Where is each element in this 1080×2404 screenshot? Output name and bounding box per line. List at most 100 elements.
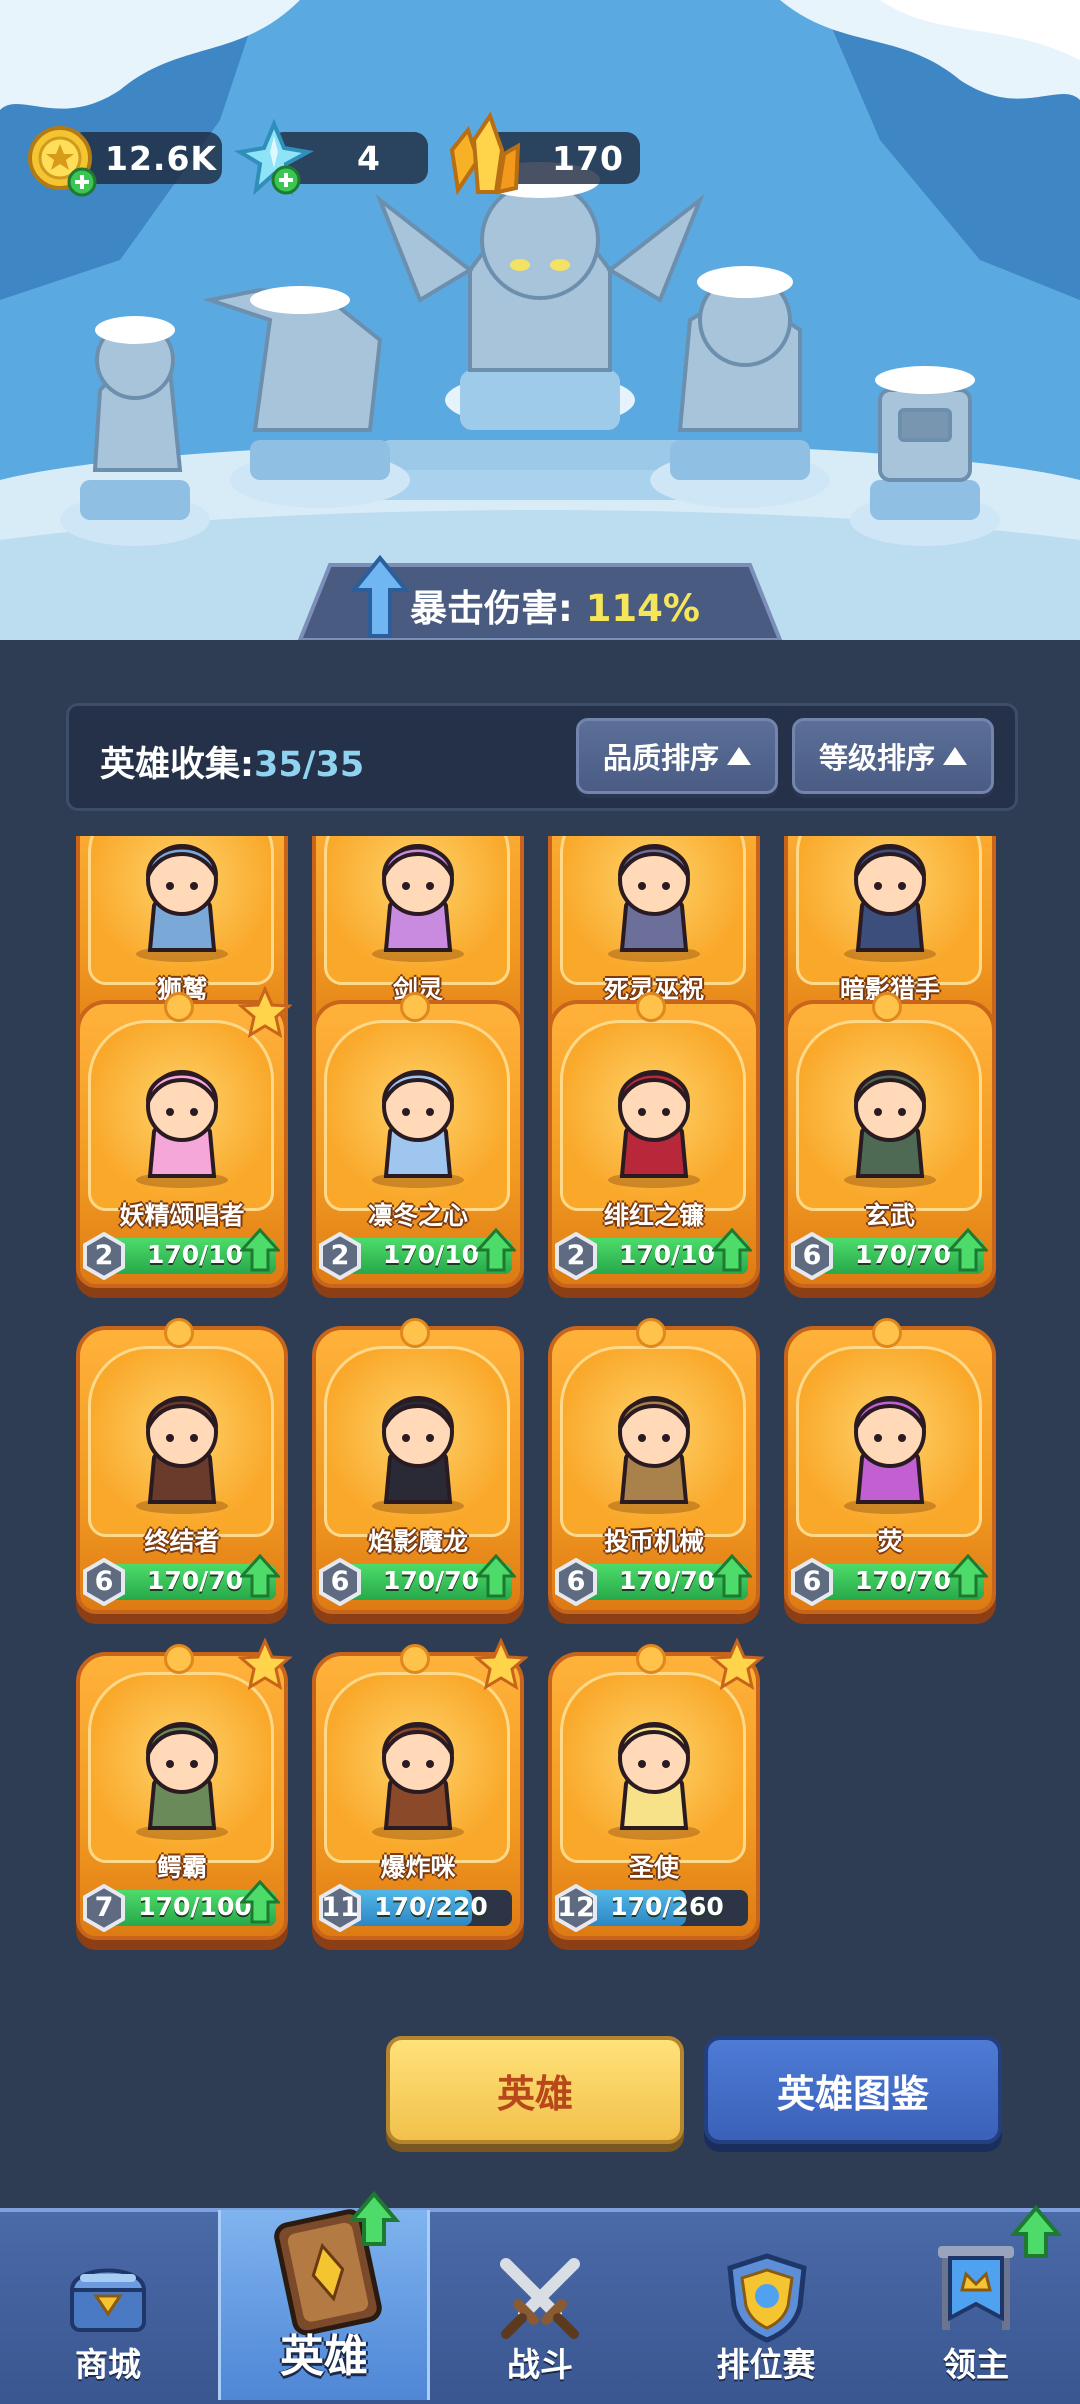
- upgrade-arrow-icon[interactable]: [476, 1554, 516, 1598]
- sort-level-label: 等级排序: [818, 741, 935, 775]
- star-icon: [238, 1638, 292, 1691]
- hero-card[interactable]: 凛冬之心 170/10 2: [312, 992, 524, 1300]
- upgrade-arrow-icon[interactable]: [948, 1228, 988, 1272]
- hero-card[interactable]: 圣使 170/260 12: [548, 1638, 764, 1952]
- nav-item-shop[interactable]: 商城: [0, 2208, 216, 2400]
- sort-by-level-button[interactable]: 等级排序: [792, 718, 994, 794]
- gold-value: 12.6K: [105, 138, 217, 178]
- hero-button-label: 英雄: [496, 2071, 573, 2116]
- upgrade-arrow-icon[interactable]: [240, 1554, 280, 1598]
- amber-crystal-icon: [449, 111, 521, 196]
- card-gem-icon: [636, 992, 666, 1022]
- hero-portrait: [136, 1070, 228, 1188]
- hero-card[interactable]: 焰影魔龙 170/70 6: [312, 1318, 524, 1626]
- hero-name: 焰影魔龙: [367, 1527, 468, 1556]
- card-gem-icon: [400, 992, 430, 1022]
- card-gem-icon: [636, 1318, 666, 1348]
- card-gem-icon: [636, 1644, 666, 1674]
- card-gem-icon: [872, 1318, 902, 1348]
- nav-label-battle: 战斗: [507, 2345, 573, 2384]
- hero-portrait: [372, 1070, 464, 1188]
- collection-value: 35/35: [254, 745, 365, 785]
- hero-portrait: [608, 1722, 700, 1840]
- hero-card-icon: [274, 2190, 401, 2336]
- sort-quality-label: 品质排序: [602, 741, 719, 775]
- hero-progress-bar: 170/260: [572, 1890, 748, 1926]
- hero-name: 投币机械: [603, 1527, 704, 1556]
- nav-label-lord: 领主: [943, 2345, 1009, 2384]
- hero-level: 7: [94, 1892, 114, 1923]
- card-gem-icon: [164, 1318, 194, 1348]
- hero-card[interactable]: 鳄霸 170/100 7: [76, 1638, 292, 1952]
- amber-value: 170: [552, 138, 624, 178]
- hero-codex-button[interactable]: 英雄图鉴: [704, 2036, 1002, 2144]
- upgrade-arrow-icon[interactable]: [240, 1880, 280, 1924]
- hero-name: 终结者: [144, 1527, 220, 1556]
- sort-ascending-icon: [727, 747, 751, 765]
- hero-level: 6: [802, 1240, 822, 1271]
- upgrade-arrow-icon[interactable]: [712, 1554, 752, 1598]
- crystal-value: 4: [357, 138, 381, 178]
- upgrade-arrow-icon[interactable]: [476, 1228, 516, 1272]
- hero-name: 圣使: [628, 1853, 679, 1882]
- hero-shard-progress: 170/220: [374, 1892, 488, 1921]
- upgrade-arrow-icon[interactable]: [948, 1554, 988, 1598]
- hero-portrait: [136, 1396, 228, 1514]
- hero-level: 2: [94, 1240, 114, 1271]
- hero-portrait: [136, 1722, 228, 1840]
- crit-damage-value: 114%: [585, 587, 700, 630]
- star-icon: [238, 986, 292, 1039]
- hero-card[interactable]: 妖精颂唱者 170/10 2: [76, 986, 292, 1300]
- card-gem-icon: [400, 1318, 430, 1348]
- hero-level: 11: [321, 1892, 359, 1923]
- hero-level: 12: [557, 1892, 595, 1923]
- ice-cave-background: [0, 0, 1080, 640]
- crossed-swords-icon: [500, 2258, 580, 2339]
- star-icon: [710, 1638, 764, 1691]
- card-gem-icon: [164, 992, 194, 1022]
- hero-tab-button[interactable]: 英雄: [386, 2036, 684, 2144]
- gold-coin-icon[interactable]: [26, 124, 102, 200]
- hero-progress-bar: 170/220: [336, 1890, 512, 1926]
- nav-item-battle[interactable]: 战斗: [432, 2208, 648, 2400]
- hero-card[interactable]: 终结者 170/70 6: [76, 1318, 288, 1626]
- hero-portrait: [136, 844, 228, 962]
- hero-card[interactable]: 玄武 170/70 6: [784, 992, 996, 1300]
- hero-level: 2: [330, 1240, 350, 1271]
- hero-portrait: [844, 1070, 936, 1188]
- card-gem-icon: [164, 1644, 194, 1674]
- codex-button-label: 英雄图鉴: [776, 2071, 929, 2116]
- nav-item-lord[interactable]: 领主: [872, 2204, 1080, 2400]
- upgrade-arrow-icon[interactable]: [712, 1228, 752, 1272]
- hero-name: 绯红之镰: [603, 1201, 704, 1230]
- hero-grid[interactable]: 狮鹫170/51剑灵170/51死灵巫祝170/51暗影猎手170/102妖精颂…: [0, 836, 1080, 1976]
- sort-by-quality-button[interactable]: 品质排序: [576, 718, 778, 794]
- hero-card[interactable]: 荧 170/70 6: [784, 1318, 996, 1626]
- hero-shard-progress: 170/260: [610, 1892, 724, 1921]
- hero-name: 荧: [877, 1527, 903, 1556]
- ice-crystal-icon[interactable]: [234, 118, 314, 198]
- collection-label: 英雄收集:: [100, 745, 254, 785]
- hero-card[interactable]: 爆炸咪 170/220 11: [312, 1638, 528, 1952]
- hero-portrait: [372, 1722, 464, 1840]
- hero-name: 鳄霸: [156, 1853, 207, 1882]
- hero-level: 6: [330, 1566, 350, 1597]
- upgrade-arrow-icon[interactable]: [240, 1228, 280, 1272]
- hero-level: 6: [94, 1566, 114, 1597]
- star-icon: [474, 1638, 528, 1691]
- hero-portrait: [372, 844, 464, 962]
- crit-damage-bonus: 暴击伤害: 114%: [410, 578, 700, 632]
- hero-portrait: [608, 844, 700, 962]
- hero-portrait: [372, 1396, 464, 1514]
- lord-banner-icon: [938, 2204, 1063, 2330]
- statue-hall-scene: 12.6K 4 170 暴击伤害: 114%: [0, 0, 1080, 640]
- nav-item-ranked[interactable]: 排位赛: [660, 2208, 872, 2400]
- shop-chest-icon: [69, 2268, 147, 2332]
- hero-card[interactable]: 投币机械 170/70 6: [548, 1318, 760, 1626]
- hero-card[interactable]: 绯红之镰 170/10 2: [548, 992, 760, 1300]
- up-arrow-icon: [350, 554, 410, 638]
- hero-portrait: [844, 844, 936, 962]
- nav-item-hero[interactable]: 英雄: [218, 2190, 430, 2400]
- nav-label-shop: 商城: [75, 2345, 141, 2384]
- hero-portrait: [608, 1070, 700, 1188]
